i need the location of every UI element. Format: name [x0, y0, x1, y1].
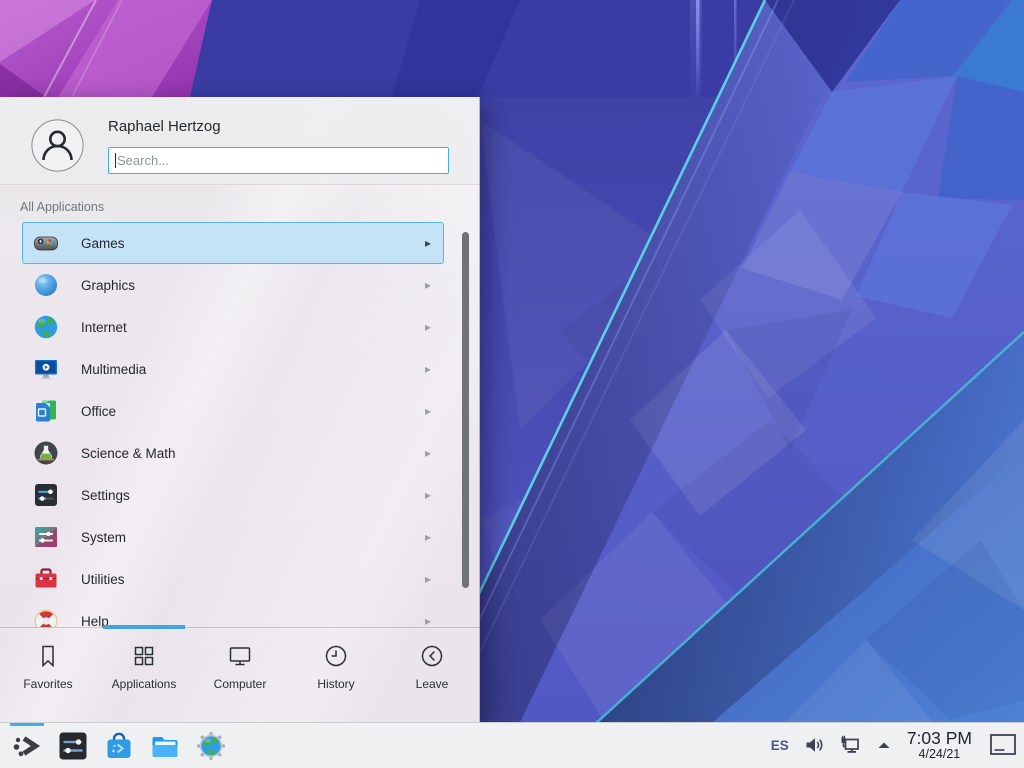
submenu-arrow-icon: ▸ [425, 363, 431, 375]
discover-button[interactable] [100, 723, 138, 768]
computer-icon [227, 643, 253, 669]
tab-label: History [317, 677, 354, 691]
globe-gear-icon [195, 730, 227, 762]
grid-icon [131, 643, 157, 669]
tab-computer[interactable]: Computer [192, 628, 288, 722]
tab-applications[interactable]: Applications [96, 628, 192, 722]
application-launcher-button[interactable] [8, 723, 46, 768]
category-label: Office [81, 404, 116, 419]
folder-icon [149, 730, 181, 762]
science-category-icon [32, 439, 60, 467]
tab-leave[interactable]: Leave [384, 628, 480, 722]
games-category-icon [32, 229, 60, 257]
submenu-arrow-icon: ▸ [425, 531, 431, 543]
category-row-multimedia[interactable]: Multimedia ▸ [22, 348, 444, 390]
category-label: Utilities [81, 572, 125, 587]
category-row-help[interactable]: Help ▸ [22, 600, 444, 627]
submenu-arrow-icon: ▸ [425, 279, 431, 291]
submenu-arrow-icon: ▸ [425, 573, 431, 585]
submenu-arrow-icon: ▸ [425, 489, 431, 501]
system-settings-button[interactable] [54, 723, 92, 768]
system-category-icon [32, 523, 60, 551]
bookmark-icon [35, 643, 61, 669]
category-label: Multimedia [81, 362, 146, 377]
system-tray: ES 7:03 PM 4/24/21 [771, 729, 1018, 761]
kickoff-icon [11, 730, 43, 762]
network-icon[interactable] [839, 734, 861, 756]
desktop: Raphael Hertzog All Applications [0, 0, 1024, 768]
submenu-arrow-icon: ▸ [425, 321, 431, 333]
category-row-office[interactable]: Office ▸ [22, 390, 444, 432]
clock-date: 4/24/21 [919, 748, 961, 762]
web-browser-button[interactable] [192, 723, 230, 768]
submenu-arrow-icon: ▸ [425, 447, 431, 459]
category-label: Graphics [81, 278, 135, 293]
submenu-arrow-icon: ▸ [425, 405, 431, 417]
launcher-header: Raphael Hertzog [0, 97, 479, 185]
category-row-games[interactable]: Games ▸ [22, 222, 444, 264]
clock-icon [323, 643, 349, 669]
category-label: Science & Math [81, 446, 176, 461]
discover-icon [103, 730, 135, 762]
tab-history[interactable]: History [288, 628, 384, 722]
clock-time: 7:03 PM [907, 729, 972, 748]
tab-favorites[interactable]: Favorites [0, 628, 96, 722]
digital-clock[interactable]: 7:03 PM 4/24/21 [907, 729, 972, 761]
category-row-internet[interactable]: Internet ▸ [22, 306, 444, 348]
category-row-graphics[interactable]: Graphics ▸ [22, 264, 444, 306]
settings-category-icon [32, 481, 60, 509]
category-row-utilities[interactable]: Utilities ▸ [22, 558, 444, 600]
category-label: Settings [81, 488, 130, 503]
office-category-icon [32, 397, 60, 425]
user-name: Raphael Hertzog [108, 118, 221, 135]
category-row-settings[interactable]: Settings ▸ [22, 474, 444, 516]
launcher-tab-bar: Favorites Applications Computer [0, 627, 480, 722]
utilities-category-icon [32, 565, 60, 593]
tab-label: Leave [416, 677, 449, 691]
show-desktop-button[interactable] [988, 730, 1018, 760]
search-input[interactable] [117, 148, 448, 173]
category-row-system[interactable]: System ▸ [22, 516, 444, 558]
category-list: Games ▸ Graphics ▸ [0, 222, 480, 627]
expand-tray-caret-icon[interactable] [875, 736, 893, 754]
tab-label: Applications [112, 677, 177, 691]
section-label: All Applications [20, 200, 104, 214]
system-settings-icon [57, 730, 89, 762]
multimedia-category-icon [32, 355, 60, 383]
graphics-category-icon [32, 271, 60, 299]
submenu-arrow-icon: ▸ [425, 615, 431, 627]
category-label: Games [81, 236, 125, 251]
taskbar: ES 7:03 PM 4/24/21 [0, 722, 1024, 768]
search-box [108, 147, 449, 174]
volume-icon[interactable] [803, 734, 825, 756]
leave-icon [419, 643, 445, 669]
tab-label: Computer [214, 677, 267, 691]
user-avatar[interactable] [31, 119, 84, 172]
category-row-science[interactable]: Science & Math ▸ [22, 432, 444, 474]
submenu-arrow-icon: ▸ [425, 237, 431, 249]
keyboard-layout-indicator[interactable]: ES [771, 738, 789, 753]
application-launcher-menu: Raphael Hertzog All Applications [0, 97, 480, 722]
file-manager-button[interactable] [146, 723, 184, 768]
category-label: System [81, 530, 126, 545]
category-label: Internet [81, 320, 127, 335]
help-category-icon [32, 607, 60, 627]
scrollbar[interactable] [462, 232, 469, 588]
internet-category-icon [32, 313, 60, 341]
text-caret [115, 153, 116, 168]
tab-label: Favorites [23, 677, 72, 691]
